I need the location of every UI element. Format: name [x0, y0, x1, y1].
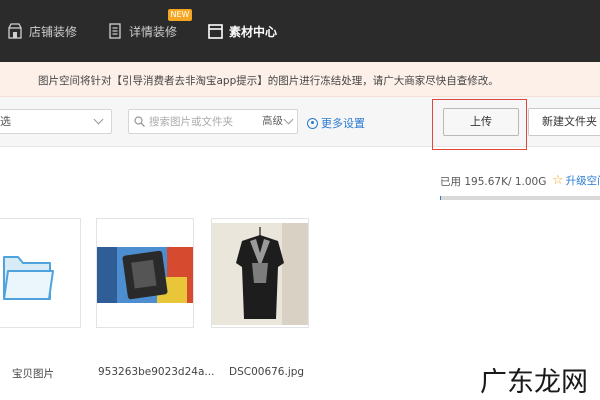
image-thumbnail	[97, 247, 193, 303]
folder-card[interactable]	[0, 218, 81, 328]
nav-item-label: 详情装修	[129, 24, 178, 39]
nav-item-shop-decoration[interactable]: 店铺装修	[8, 20, 77, 42]
top-navigation: 店铺装修 详情装修 NEW 素材中心	[0, 0, 600, 62]
notice-bar: 图片空间将针对【引导消费者去非淘宝app提示】的图片进行冻结处理，请广大商家尽快…	[0, 62, 600, 97]
filter-select-value: 选	[0, 115, 11, 128]
more-settings-link[interactable]: 更多设置	[307, 115, 365, 131]
watermark-logo: 广东龙网	[480, 367, 588, 398]
folder-icon	[208, 23, 223, 39]
storage-usage-text: 已用 195.67K/ 1.00G	[440, 176, 547, 188]
nav-item-detail-decoration[interactable]: 详情装修	[108, 20, 177, 42]
settings-icon	[307, 117, 318, 129]
new-badge: NEW	[168, 9, 192, 21]
image-thumbnail	[212, 223, 308, 325]
search-input[interactable]	[149, 111, 257, 132]
advanced-label: 高级	[262, 115, 283, 127]
storage-usage-bar	[440, 196, 600, 200]
upload-button[interactable]: 上传	[443, 108, 519, 136]
filter-select[interactable]: 选	[0, 109, 112, 134]
folder-icon	[3, 256, 54, 300]
search-box[interactable]: 高级	[128, 109, 298, 134]
chevron-down-icon	[283, 114, 294, 125]
image-card[interactable]	[96, 218, 194, 328]
star-icon: ☆	[552, 173, 564, 188]
notice-text: 图片空间将针对【引导消费者去非淘宝app提示】的图片进行冻结处理，请广大商家尽快…	[38, 75, 499, 87]
more-settings-label: 更多设置	[321, 117, 365, 130]
upgrade-label: 升级空间	[565, 175, 600, 187]
chevron-down-icon	[93, 114, 104, 125]
storage-usage-fill	[440, 196, 441, 200]
item-caption: 953263be9023d24a...	[98, 366, 215, 378]
search-icon	[134, 116, 145, 127]
new-folder-button[interactable]: 新建文件夹	[528, 108, 600, 136]
nav-item-label: 素材中心	[229, 24, 278, 39]
document-icon	[108, 23, 122, 39]
item-caption: DSC00676.jpg	[229, 366, 305, 378]
image-card[interactable]	[211, 218, 309, 328]
item-caption: 宝贝图片	[12, 368, 54, 380]
shop-icon	[8, 23, 22, 39]
advanced-search-toggle[interactable]: 高级	[262, 110, 283, 133]
upgrade-space-link[interactable]: ☆ 升级空间	[552, 173, 600, 188]
nav-item-material-center[interactable]: 素材中心	[208, 20, 277, 42]
nav-item-label: 店铺装修	[29, 24, 78, 39]
